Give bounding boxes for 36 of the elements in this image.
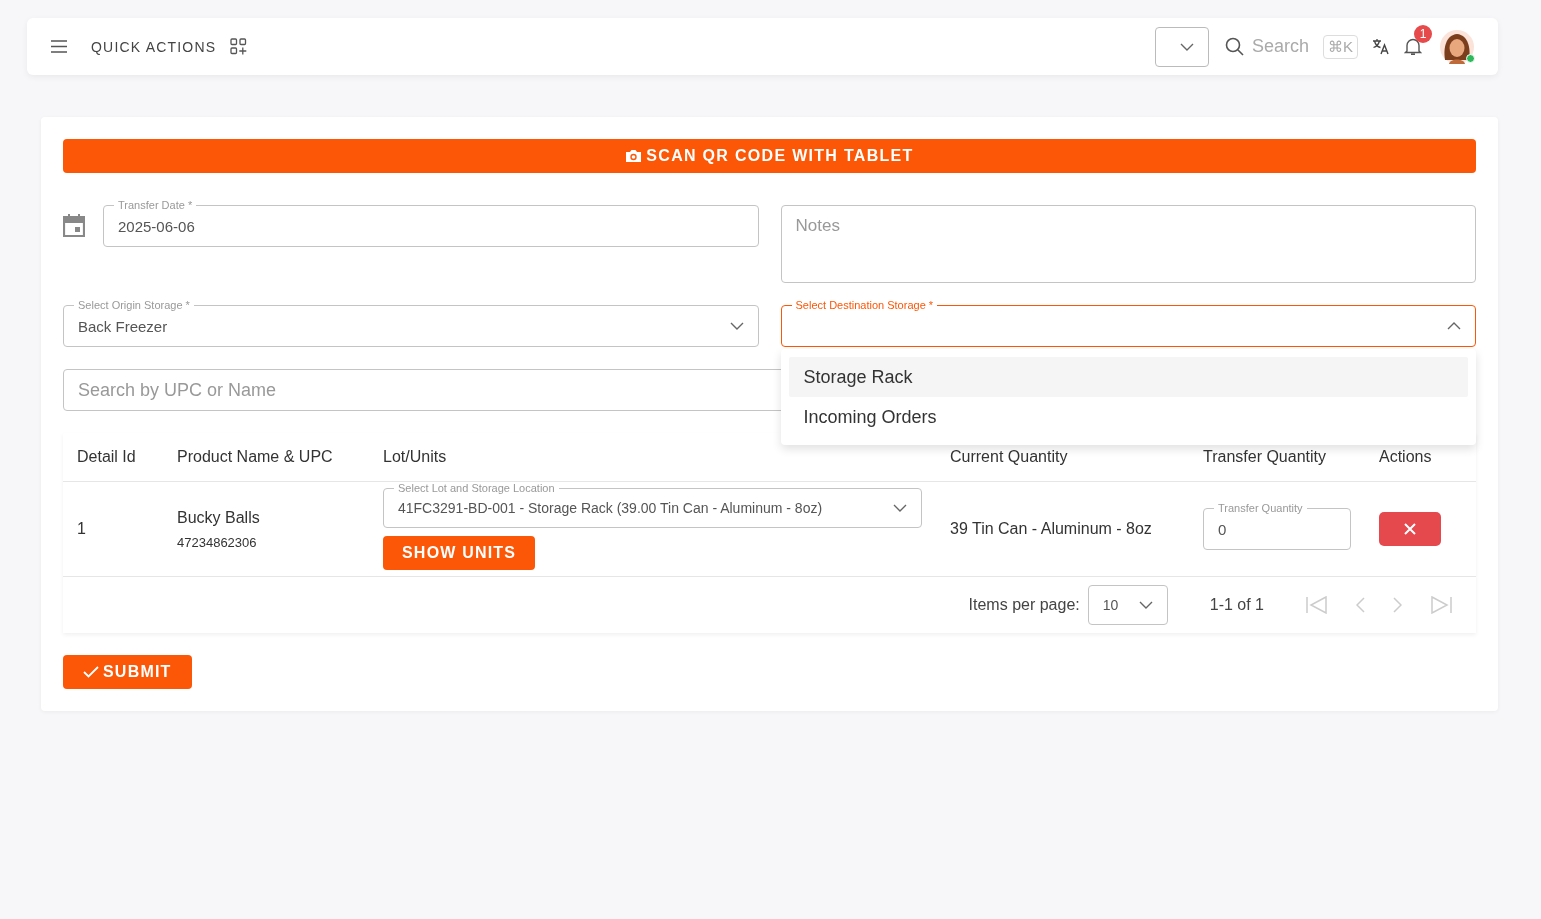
close-icon — [1404, 523, 1416, 535]
column-header: Detail Id — [63, 433, 163, 482]
dropdown-select[interactable] — [1154, 26, 1209, 67]
table-cell: 1 — [63, 482, 163, 577]
quick-actions-link[interactable]: QUICK ACTIONS — [91, 38, 217, 55]
chevron-icon — [1138, 601, 1153, 609]
table-cell: 39 Tin Can - Aluminum - 8oz — [936, 482, 1189, 577]
grid-plus-icon[interactable] — [230, 38, 248, 55]
notification-badge: 1 — [1414, 25, 1432, 43]
column-header: Product Name & UPC — [163, 433, 369, 482]
menu-icon[interactable] — [51, 40, 67, 53]
field-label: Transfer Quantity — [1214, 502, 1307, 514]
bell-icon[interactable] — [1404, 37, 1422, 56]
avatar[interactable] — [1440, 29, 1474, 64]
chevron-icon — [893, 504, 907, 512]
translate-icon[interactable] — [1372, 38, 1390, 55]
page-range: 1-1 of 1 — [1209, 596, 1264, 614]
field-label: Select Lot and Storage Location — [394, 482, 559, 494]
status-dot — [1466, 53, 1475, 63]
chevron-icon — [729, 322, 744, 330]
product-name: Bucky Balls — [177, 508, 261, 527]
camera-icon — [625, 149, 643, 163]
field-label: Select Destination Storage * — [791, 299, 938, 311]
product-upc: 47234862306 — [177, 534, 258, 550]
items-per-page-label: Items per page: — [968, 596, 1080, 614]
chevron-icon — [1179, 42, 1194, 51]
search-icon — [1224, 37, 1244, 56]
page-size-select[interactable]: 10 — [1087, 585, 1168, 625]
chevron-icon — [1447, 322, 1461, 330]
delete-button[interactable] — [1379, 512, 1441, 546]
dropdown-option[interactable]: Storage Rack — [788, 357, 1468, 397]
shortcut-key: ⌘K — [1323, 34, 1358, 59]
calendar-icon[interactable] — [63, 213, 85, 237]
field-label: Transfer Date * — [114, 199, 197, 211]
field-label: Select Origin Storage * — [74, 299, 194, 311]
check-icon — [83, 666, 99, 678]
